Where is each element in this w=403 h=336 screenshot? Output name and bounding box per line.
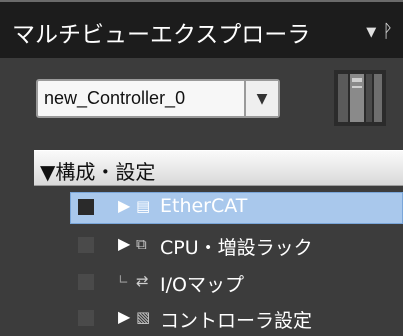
controller-select-value: new_Controller_0 <box>44 88 186 108</box>
chevron-down-icon[interactable]: ▼ <box>366 26 376 39</box>
status-square-icon <box>78 274 94 290</box>
controller-select[interactable]: new_Controller_0 ▼ <box>36 79 280 118</box>
tree-item-label: コントローラ設定 <box>160 310 313 332</box>
expand-arrow-icon[interactable]: ▶ <box>118 307 130 326</box>
status-square-icon <box>78 237 94 253</box>
panel-titlebar: マルチビューエクスプローラ ▼ ᚹ <box>0 2 403 58</box>
tree-item-io-map[interactable]: ∟ ⇄ I/Oマップ <box>0 267 403 297</box>
io-map-icon: ⇄ <box>136 272 149 290</box>
panel-title: マルチビューエクスプローラ <box>12 22 311 48</box>
tree-section-label: ▼構成・設定 <box>40 160 156 184</box>
tree-item-cpu-rack[interactable]: ▶ ⧉ CPU・増設ラック <box>0 230 403 260</box>
ethercat-icon: ▤ <box>136 197 151 215</box>
controller-settings-icon: ▧ <box>136 308 151 326</box>
status-square-icon <box>78 310 94 326</box>
pin-icon[interactable]: ᚹ <box>382 23 393 41</box>
title-controls: ▼ ᚹ <box>366 20 393 44</box>
status-square-icon <box>78 199 94 215</box>
tree-item-label: CPU・増設ラック <box>160 237 313 259</box>
tree-item-ethercat[interactable]: ▶ ▤ EtherCAT <box>0 192 403 224</box>
controller-device-icon[interactable] <box>334 70 386 126</box>
tree-item-label: I/Oマップ <box>160 274 244 296</box>
tree-item-label: EtherCAT <box>160 195 248 217</box>
tree-item-controller-settings[interactable]: ▶ ▧ コントローラ設定 <box>0 303 403 333</box>
expand-arrow-icon[interactable]: ▶ <box>118 234 130 253</box>
expand-arrow-icon[interactable]: ▶ <box>118 196 130 215</box>
cpu-rack-icon: ⧉ <box>136 235 147 253</box>
chevron-down-icon[interactable]: ▼ <box>244 81 278 116</box>
tree-branch-line-icon: ∟ <box>118 273 129 288</box>
tree-section-header[interactable]: ▼構成・設定 <box>34 150 403 186</box>
